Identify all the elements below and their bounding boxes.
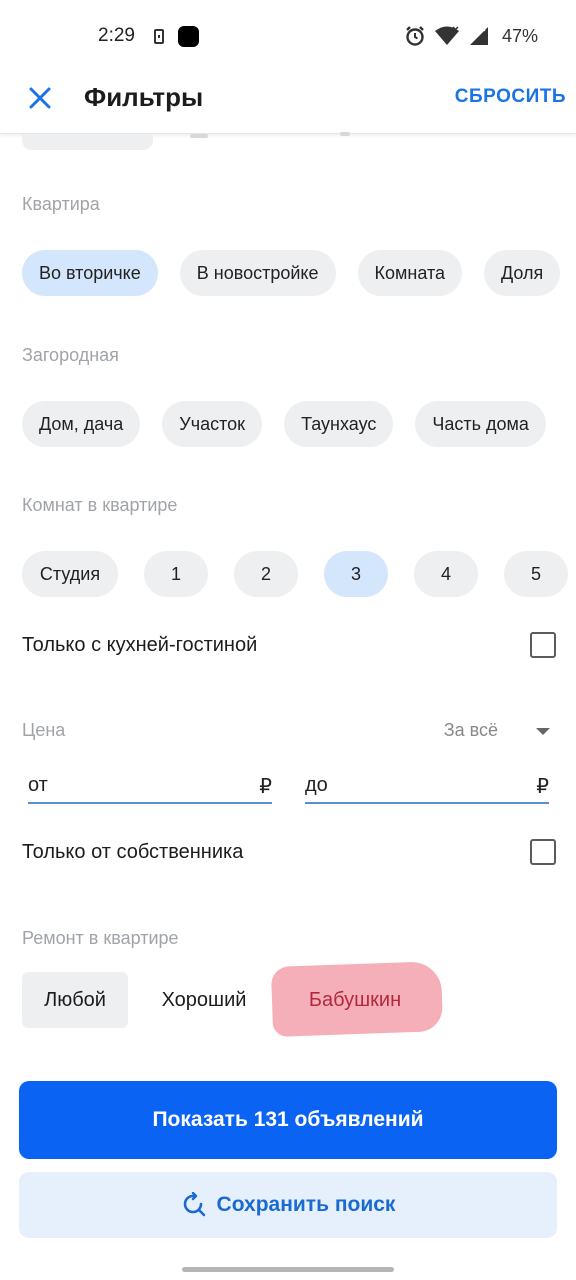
owner-only-row: Только от собственника — [22, 832, 556, 872]
previous-text-peek — [190, 134, 208, 138]
price-to-placeholder: до — [305, 774, 328, 796]
repair-good[interactable]: Хороший — [128, 972, 280, 1028]
price-from-input[interactable]: от ₽ — [28, 768, 272, 804]
chip-rooms-3[interactable]: 3 — [324, 551, 388, 597]
chip-rooms-5[interactable]: 5 — [504, 551, 568, 597]
kitchen-living-row: Только с кухней-гостиной — [22, 625, 556, 665]
repair-options: Любой Хороший Бабушкин — [22, 961, 444, 1037]
chip-row-country: Дом, дача Участок Таунхаус Часть дома — [22, 401, 546, 447]
chip-house[interactable]: Дом, дача — [22, 401, 141, 447]
chip-plot[interactable]: Участок — [162, 401, 263, 447]
price-to-input[interactable]: до ₽ — [305, 768, 549, 804]
repair-grandma[interactable]: Бабушкин — [270, 961, 444, 1037]
chip-house-part[interactable]: Часть дома — [415, 401, 546, 447]
section-label-price: Цена — [22, 720, 66, 740]
ruble-icon: ₽ — [259, 776, 272, 798]
refresh-search-icon — [183, 1192, 205, 1217]
status-time: 2:29 — [98, 25, 135, 46]
battery-percent: 47% — [501, 25, 538, 46]
price-from-placeholder: от — [28, 774, 48, 796]
signal-icon — [469, 26, 488, 45]
close-icon — [29, 87, 51, 109]
owner-only-checkbox[interactable] — [530, 839, 556, 865]
status-icons: 47% — [404, 25, 538, 47]
notification-icon — [178, 26, 199, 47]
chip-row-rooms: Студия 1 2 3 4 5 — [22, 551, 568, 597]
section-label-country: Загородная — [22, 345, 119, 365]
reset-button[interactable]: СБРОСИТЬ — [455, 86, 566, 108]
previous-text-peek — [340, 132, 350, 136]
wifi-icon — [434, 26, 459, 45]
alarm-icon — [406, 26, 424, 46]
chip-share[interactable]: Доля — [484, 250, 561, 296]
chip-rooms-4[interactable]: 4 — [414, 551, 478, 597]
page-title: Фильтры — [84, 82, 204, 112]
price-unit-select[interactable]: За всё — [444, 720, 498, 741]
close-button[interactable] — [22, 80, 58, 116]
status-bar: 2:29 47% — [0, 0, 576, 70]
app-bar: Фильтры СБРОСИТЬ — [0, 70, 576, 134]
chip-secondary[interactable]: Во вторичке — [22, 250, 158, 296]
repair-any[interactable]: Любой — [22, 972, 128, 1028]
device-icon — [154, 29, 164, 44]
kitchen-living-checkbox[interactable] — [530, 632, 556, 658]
chip-new-building[interactable]: В новостройке — [179, 250, 336, 296]
save-search-label: Сохранить поиск — [216, 1193, 396, 1216]
section-label-repair: Ремонт в квартире — [22, 928, 179, 948]
chip-rooms-1[interactable]: 1 — [144, 551, 208, 597]
ruble-icon: ₽ — [536, 776, 549, 798]
home-indicator[interactable] — [182, 1267, 394, 1272]
section-label-apartment: Квартира — [22, 194, 100, 214]
kitchen-living-label: Только с кухней-гостиной — [22, 633, 258, 656]
chip-townhouse[interactable]: Таунхаус — [284, 401, 394, 447]
save-search-button[interactable]: Сохранить поиск — [19, 1172, 557, 1238]
repair-grandma-label: Бабушкин — [308, 988, 402, 1011]
chip-studio[interactable]: Студия — [22, 551, 118, 597]
chip-room[interactable]: Комната — [357, 250, 463, 296]
section-label-rooms: Комнат в квартире — [22, 495, 178, 515]
previous-chip-peek — [22, 134, 153, 150]
show-results-button[interactable]: Показать 131 объявлений — [19, 1081, 557, 1159]
dropdown-arrow-icon[interactable] — [536, 728, 550, 735]
chip-row-apartment: Во вторичке В новостройке Комната Доля — [22, 250, 561, 296]
owner-only-label: Только от собственника — [22, 840, 244, 863]
chip-rooms-2[interactable]: 2 — [234, 551, 298, 597]
price-header: Цена За всё — [22, 716, 556, 746]
